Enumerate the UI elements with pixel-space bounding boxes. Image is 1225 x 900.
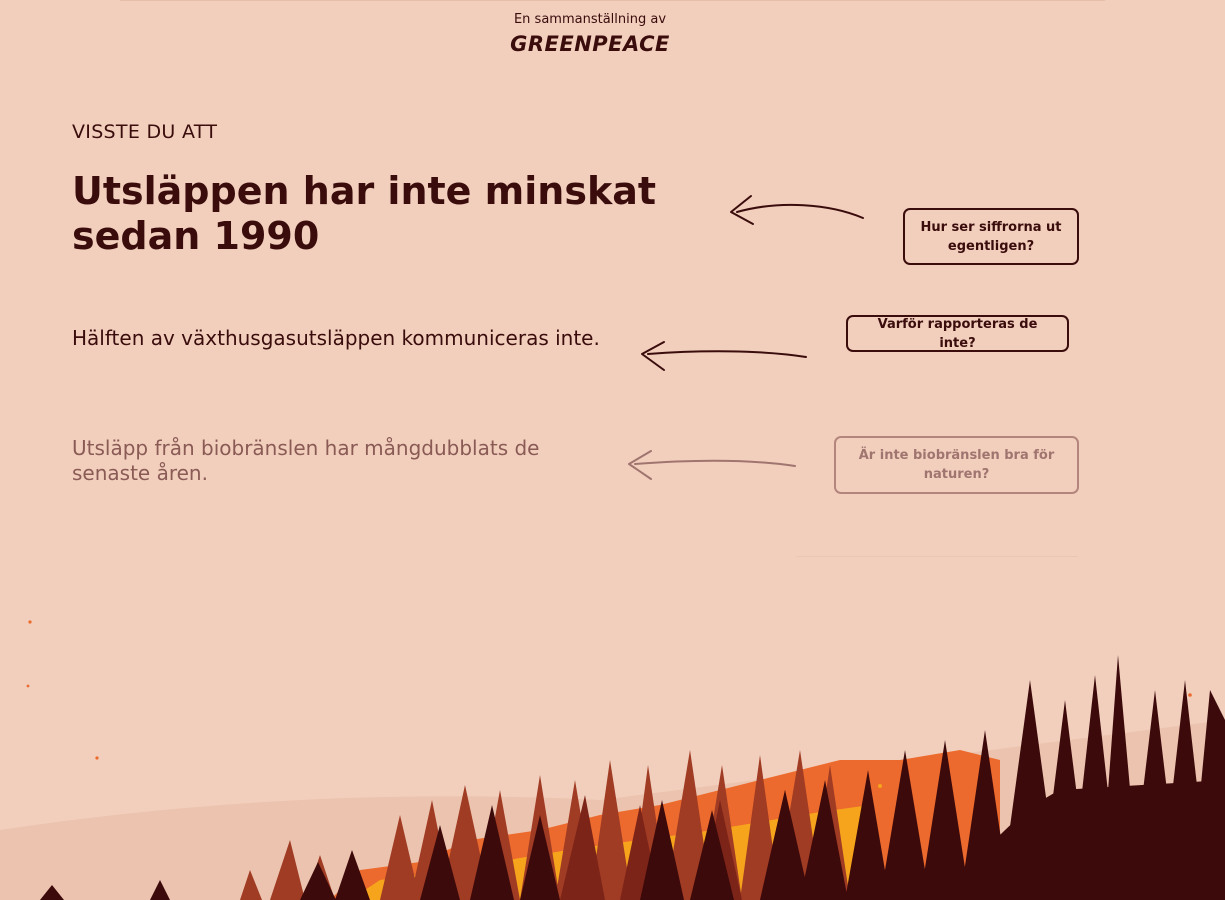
top-divider — [120, 0, 1105, 1]
biofuels-question-button[interactable]: Är inte biobränslen bra för naturen? — [834, 436, 1079, 494]
section-divider — [796, 556, 1078, 557]
why-not-reported-button[interactable]: Varför rapporteras de inte? — [846, 315, 1069, 352]
arrow-left-icon — [641, 341, 807, 371]
site-header: En sammanställning av GREENPEACE — [0, 12, 1180, 56]
arrow-left-icon — [628, 450, 796, 480]
presenter-text: En sammanställning av — [513, 12, 667, 27]
numbers-question-button[interactable]: Hur ser siffrorna ut egentligen? — [903, 208, 1079, 265]
fact-2-text: Hälften av växthusgasutsläppen kommunice… — [72, 326, 600, 350]
arrow-left-icon — [730, 195, 864, 225]
kicker-label: VISSTE DU ATT — [72, 121, 218, 143]
greenpeace-logo[interactable]: GREENPEACE — [0, 32, 1180, 56]
burning-forest-illustration — [0, 620, 1225, 900]
headline-fact-1: Utsläppen har inte minskat sedan 1990 — [72, 169, 657, 258]
fact-3-text: Utsläpp från biobränslen har mångdubblat… — [72, 436, 540, 485]
